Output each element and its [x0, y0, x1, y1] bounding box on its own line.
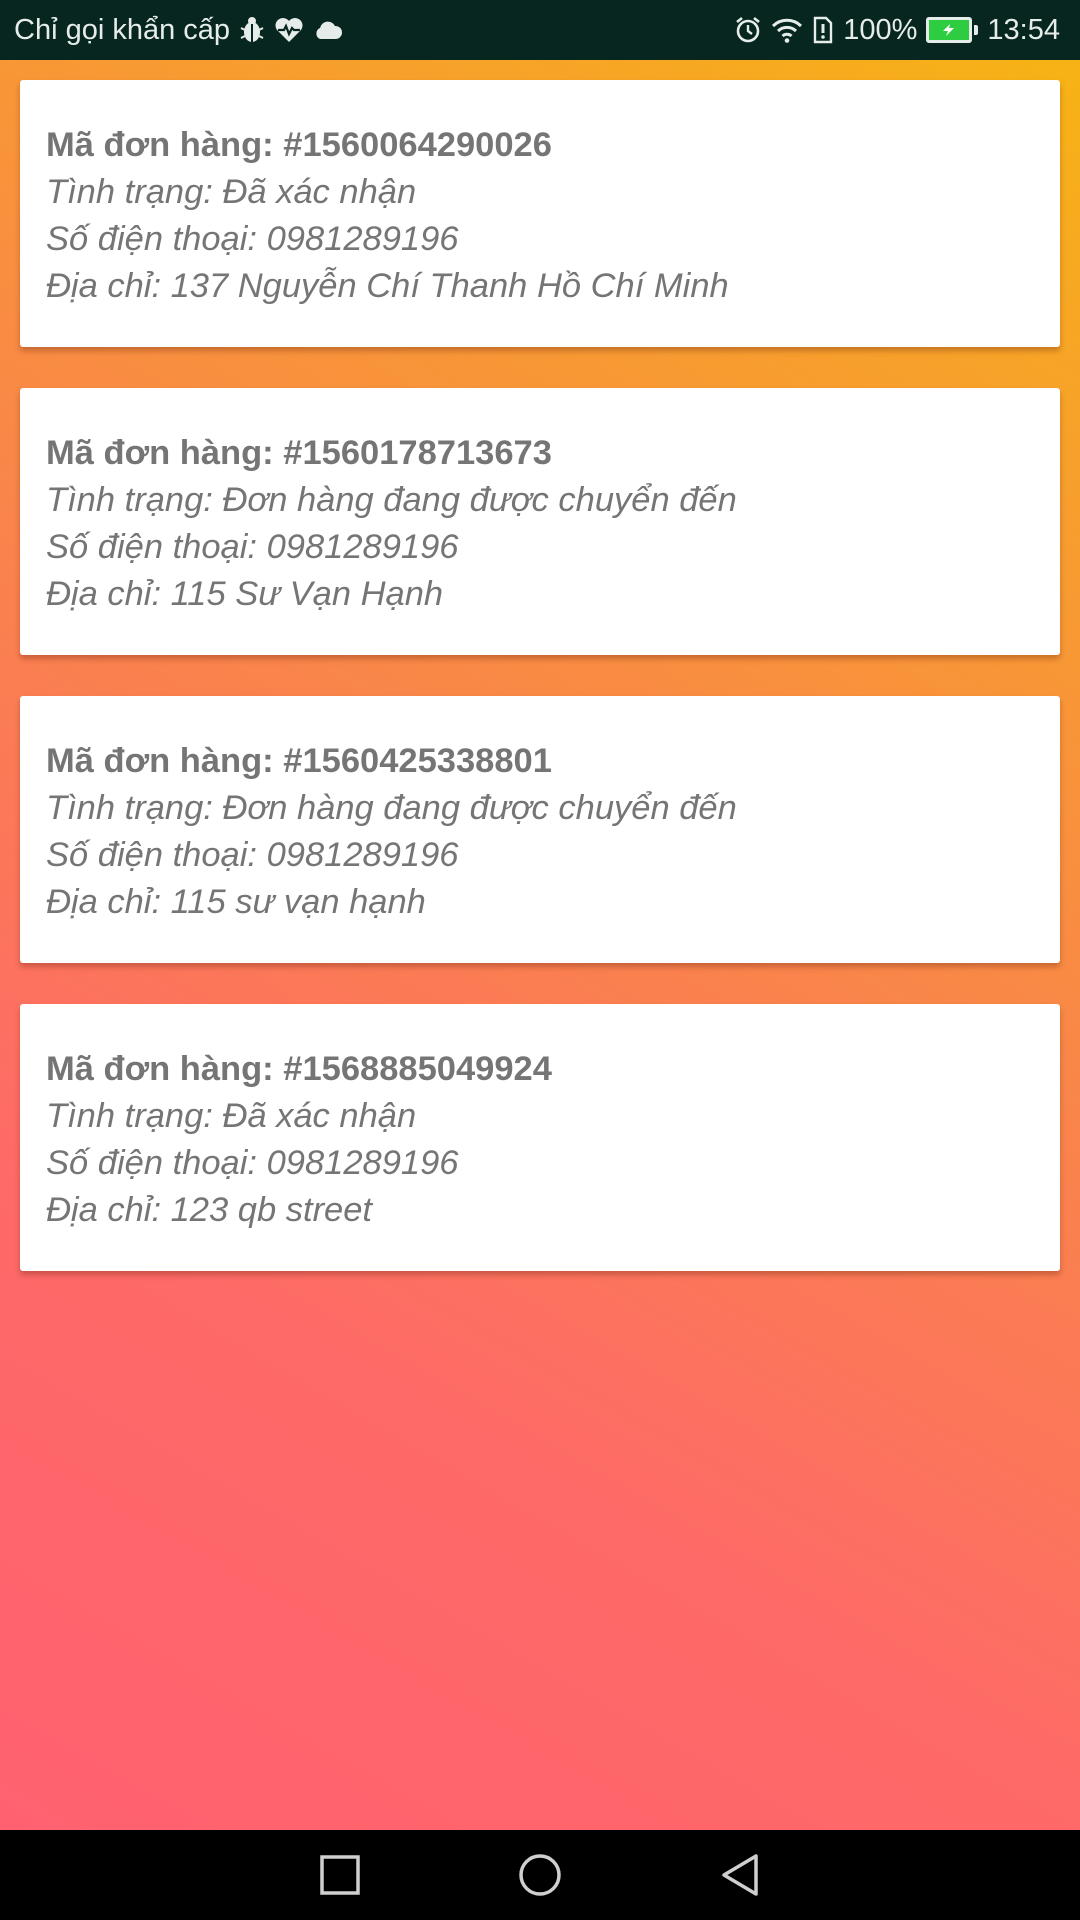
order-status: Tình trạng: Đã xác nhận: [46, 173, 417, 211]
order-card[interactable]: Mã đơn hàng: #1560425338801 Tình trạng: …: [20, 696, 1060, 963]
order-address: Địa chỉ: 115 Sư Vạn Hạnh: [46, 575, 444, 613]
order-id: Mã đơn hàng: #1568885049924: [46, 1050, 552, 1088]
cloud-icon: [313, 20, 343, 40]
recent-apps-icon[interactable]: [280, 1830, 400, 1920]
back-icon[interactable]: [680, 1830, 800, 1920]
order-id: Mã đơn hàng: #1560425338801: [46, 742, 552, 780]
order-status: Tình trạng: Đơn hàng đang được chuyển đế…: [46, 481, 737, 519]
sim-alert-icon: [812, 16, 834, 44]
order-card[interactable]: Mã đơn hàng: #1568885049924 Tình trạng: …: [20, 1004, 1060, 1271]
order-phone: Số điện thoại: 0981289196: [46, 1144, 459, 1182]
order-status: Tình trạng: Đã xác nhận: [46, 1097, 417, 1135]
status-bar-left: Chỉ gọi khẩn cấp: [14, 14, 343, 47]
wifi-icon: [771, 17, 803, 43]
order-card[interactable]: Mã đơn hàng: #1560064290026 Tình trạng: …: [20, 80, 1060, 347]
carrier-text: Chỉ gọi khẩn cấp: [14, 13, 231, 46]
order-id: Mã đơn hàng: #1560178713673: [46, 434, 552, 472]
navigation-bar: [0, 1830, 1080, 1920]
order-address: Địa chỉ: 123 qb street: [46, 1191, 373, 1229]
order-address: Địa chỉ: 115 sư vạn hạnh: [46, 883, 426, 921]
order-card[interactable]: Mã đơn hàng: #1560178713673 Tình trạng: …: [20, 388, 1060, 655]
alarm-icon: [734, 16, 762, 44]
order-phone: Số điện thoại: 0981289196: [46, 220, 459, 258]
order-list: Mã đơn hàng: #1560064290026 Tình trạng: …: [20, 80, 1060, 1312]
status-bar: Chỉ gọi khẩn cấp 100% 13:54: [0, 0, 1080, 60]
order-phone: Số điện thoại: 0981289196: [46, 528, 459, 566]
order-status: Tình trạng: Đơn hàng đang được chuyển đế…: [46, 789, 737, 827]
heart-pulse-icon: [274, 17, 304, 43]
order-phone: Số điện thoại: 0981289196: [46, 836, 459, 874]
battery-percent: 100%: [843, 13, 918, 46]
order-address: Địa chỉ: 137 Nguyễn Chí Thanh Hồ Chí Min…: [46, 267, 729, 305]
home-icon[interactable]: [480, 1830, 600, 1920]
bug-icon: [239, 16, 265, 44]
clock: 13:54: [987, 13, 1060, 46]
order-id: Mã đơn hàng: #1560064290026: [46, 126, 552, 164]
status-bar-right: 100% 13:54: [734, 14, 1060, 47]
battery-charging-icon: [926, 17, 979, 43]
orders-screen: Mã đơn hàng: #1560064290026 Tình trạng: …: [0, 60, 1080, 1830]
